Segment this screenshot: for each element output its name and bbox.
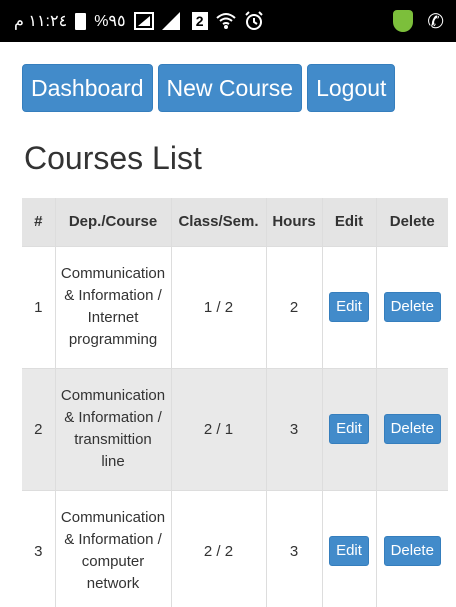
status-bar-left: ١١:٢٤ م %٩٥ 2 [14, 11, 264, 31]
column-header-edit: Edit [322, 198, 377, 246]
security-shield-icon [393, 10, 414, 32]
delete-button[interactable]: Delete [383, 292, 441, 322]
edit-button[interactable]: Edit [329, 414, 369, 444]
class-sem: 2 / 2 [171, 490, 267, 607]
top-nav: Dashboard New Course Logout [22, 64, 396, 112]
column-header-hours: Hours [266, 198, 323, 246]
delete-button[interactable]: Delete [383, 414, 441, 444]
alarm-icon [244, 11, 264, 30]
course-line: Communication [60, 265, 166, 282]
column-header-number: # [22, 198, 56, 246]
row-number: 2 [22, 368, 56, 490]
page-title: Courses List [24, 140, 202, 176]
new-course-button[interactable]: New Course [157, 64, 303, 112]
course-line: & Information / [64, 531, 162, 549]
course-line: Internet [87, 309, 139, 326]
hours: 2 [266, 246, 323, 368]
course-name: Communication & Information / Internet p… [55, 246, 172, 368]
signal-box-icon [133, 12, 154, 30]
edit-cell: Edit [322, 490, 377, 607]
course-line: & Information / [64, 409, 162, 426]
phone-call-icon: ✆ [427, 10, 444, 33]
table-row: 1 Communication & Information / Internet… [22, 246, 448, 368]
course-line: line [101, 453, 125, 470]
status-bar: ١١:٢٤ م %٩٥ 2 ✆ [0, 0, 456, 42]
delete-cell: Delete [376, 246, 448, 368]
wifi-icon [215, 12, 236, 30]
course-name: Communication & Information / transmitti… [55, 368, 172, 490]
edit-cell: Edit [322, 368, 377, 490]
table-header-row: # Dep./Course Class/Sem. Hours Edit Dele… [22, 198, 448, 246]
battery-level: %٩٥ [94, 13, 126, 30]
signal-icon [161, 12, 184, 30]
column-header-delete: Delete [389, 213, 435, 231]
column-header-class-sem: Class/Sem. [171, 198, 267, 246]
battery-icon [75, 12, 87, 30]
delete-cell: Delete [376, 368, 448, 490]
column-header-course: Dep./Course [55, 198, 172, 246]
edit-button[interactable]: Edit [329, 536, 369, 567]
course-name: Communication & Information / computer n… [55, 490, 172, 607]
course-line: programming [68, 331, 158, 348]
hours: 3 [266, 490, 323, 607]
status-bar-right: ✆ [393, 9, 444, 34]
course-line: Communication [60, 387, 166, 404]
course-line: network [86, 575, 140, 593]
edit-cell: Edit [322, 246, 377, 368]
table-row: 3 Communication & Information / computer… [22, 490, 448, 607]
row-number: 1 [22, 246, 56, 368]
table-row: 2 Communication & Information / transmit… [22, 368, 448, 490]
course-line: & Information / [64, 287, 162, 304]
sim-2-icon: 2 [191, 12, 208, 30]
delete-cell: Delete [376, 490, 448, 607]
course-line: transmittion [74, 431, 152, 448]
logout-button[interactable]: Logout [307, 64, 396, 112]
edit-button[interactable]: Edit [329, 292, 369, 322]
clock: ١١:٢٤ م [14, 13, 68, 30]
class-sem: 1 / 2 [171, 246, 267, 368]
course-line: Communication [60, 509, 166, 527]
course-line: computer [81, 553, 145, 571]
delete-button[interactable]: Delete [383, 536, 441, 567]
courses-table: # Dep./Course Class/Sem. Hours Edit Dele… [22, 198, 448, 607]
class-sem: 2 / 1 [171, 368, 267, 490]
dashboard-button[interactable]: Dashboard [22, 64, 153, 112]
row-number: 3 [22, 490, 56, 607]
hours: 3 [266, 368, 323, 490]
